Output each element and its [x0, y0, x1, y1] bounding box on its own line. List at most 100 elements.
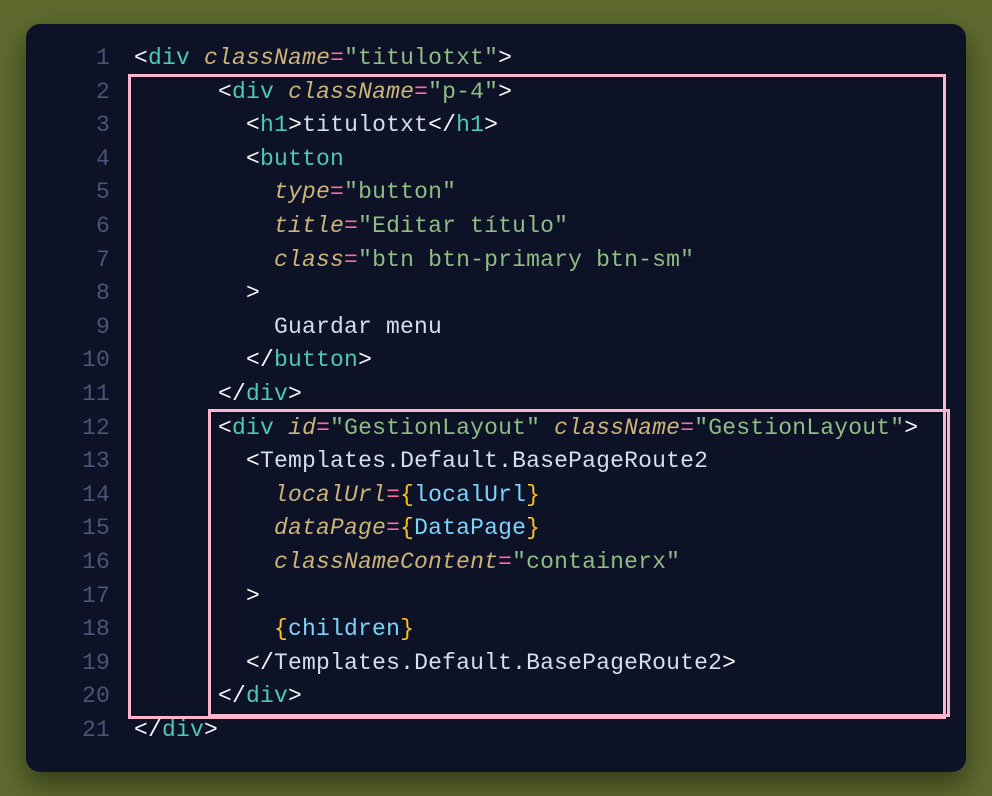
token-eq: = — [316, 415, 330, 441]
line-number: 10 — [26, 344, 110, 378]
token-brace: } — [400, 616, 414, 642]
code-line: <Templates.Default.BasePageRoute2 — [134, 445, 966, 479]
token-tag: h1 — [456, 112, 484, 138]
token-brace: } — [526, 482, 540, 508]
line-number: 4 — [26, 143, 110, 177]
token-tag: button — [260, 146, 344, 172]
token-brace: { — [400, 515, 414, 541]
token-string: "p-4" — [428, 79, 498, 105]
token-punct: </ — [428, 112, 456, 138]
code-line: > — [134, 277, 966, 311]
code-line: <div id="GestionLayout" className="Gesti… — [134, 412, 966, 446]
token-tag: div — [148, 45, 190, 71]
code-line: </div> — [134, 680, 966, 714]
token-string: "containerx" — [512, 549, 680, 575]
code-line: </div> — [134, 714, 966, 748]
token-eq: = — [330, 179, 344, 205]
token-attr: classNameContent — [274, 549, 498, 575]
token-punct: < — [134, 45, 148, 71]
code-line: classNameContent="containerx" — [134, 546, 966, 580]
token-string: "button" — [344, 179, 456, 205]
token-string: "btn btn-primary btn-sm" — [358, 247, 694, 273]
token-brace: } — [526, 515, 540, 541]
token-text — [190, 45, 204, 71]
line-number: 3 — [26, 109, 110, 143]
token-string: "Editar título" — [358, 213, 568, 239]
token-punct: > — [288, 381, 302, 407]
token-punct: > — [246, 583, 260, 609]
token-string: "GestionLayout" — [330, 415, 540, 441]
token-punct: < — [218, 415, 232, 441]
token-expr: DataPage — [414, 515, 526, 541]
token-eq: = — [498, 549, 512, 575]
token-attr: className — [554, 415, 680, 441]
line-number: 6 — [26, 210, 110, 244]
token-string: "GestionLayout" — [694, 415, 904, 441]
token-tag: div — [232, 415, 274, 441]
token-tag: div — [246, 683, 288, 709]
line-number: 21 — [26, 714, 110, 748]
code-line: <div className="titulotxt"> — [134, 42, 966, 76]
token-punct: > — [288, 683, 302, 709]
token-expr: children — [288, 616, 400, 642]
line-number: 1 — [26, 42, 110, 76]
token-attr: localUrl — [274, 482, 386, 508]
token-punct: > — [358, 347, 372, 373]
token-punct: </ — [218, 381, 246, 407]
token-punct: < — [246, 112, 260, 138]
token-punct: < — [218, 79, 232, 105]
line-number: 7 — [26, 244, 110, 278]
token-attr: dataPage — [274, 515, 386, 541]
line-number: 11 — [26, 378, 110, 412]
token-punct: > — [498, 45, 512, 71]
code-line: Guardar menu — [134, 311, 966, 345]
token-punct: </ — [246, 650, 274, 676]
token-punct: < — [246, 448, 260, 474]
line-number: 9 — [26, 311, 110, 345]
code-content: <div className="titulotxt"> <div classNa… — [134, 42, 966, 747]
code-line: <button — [134, 143, 966, 177]
token-attr: className — [288, 79, 414, 105]
line-number-gutter: 123456789101112131415161718192021 — [26, 42, 134, 747]
line-number: 8 — [26, 277, 110, 311]
token-attr: type — [274, 179, 330, 205]
token-eq: = — [386, 482, 400, 508]
token-punct: > — [498, 79, 512, 105]
code-editor-panel: 123456789101112131415161718192021 <div c… — [26, 24, 966, 772]
token-expr: localUrl — [414, 482, 526, 508]
token-tag: div — [232, 79, 274, 105]
token-punct: > — [246, 280, 260, 306]
token-text — [540, 415, 554, 441]
token-tag: button — [274, 347, 358, 373]
code-line: dataPage={DataPage} — [134, 512, 966, 546]
token-eq: = — [344, 247, 358, 273]
token-tag: div — [246, 381, 288, 407]
token-punct: </ — [246, 347, 274, 373]
code-area: 123456789101112131415161718192021 <div c… — [26, 42, 966, 747]
code-line: </div> — [134, 378, 966, 412]
token-comp: Templates.Default.BasePageRoute2 — [274, 650, 722, 676]
token-punct: > — [484, 112, 498, 138]
token-string: "titulotxt" — [344, 45, 498, 71]
token-attr: class — [274, 247, 344, 273]
token-comp: Templates.Default.BasePageRoute2 — [260, 448, 708, 474]
token-punct: > — [722, 650, 736, 676]
token-punct: > — [288, 112, 302, 138]
code-line: {children} — [134, 613, 966, 647]
code-line: </button> — [134, 344, 966, 378]
line-number: 20 — [26, 680, 110, 714]
line-number: 17 — [26, 580, 110, 614]
line-number: 5 — [26, 176, 110, 210]
token-tag: h1 — [260, 112, 288, 138]
token-text: Guardar menu — [274, 314, 442, 340]
token-eq: = — [386, 515, 400, 541]
line-number: 15 — [26, 512, 110, 546]
code-line: localUrl={localUrl} — [134, 479, 966, 513]
token-eq: = — [414, 79, 428, 105]
token-eq: = — [680, 415, 694, 441]
token-text — [274, 79, 288, 105]
code-line: </Templates.Default.BasePageRoute2> — [134, 647, 966, 681]
token-attr: title — [274, 213, 344, 239]
token-eq: = — [344, 213, 358, 239]
token-brace: { — [274, 616, 288, 642]
